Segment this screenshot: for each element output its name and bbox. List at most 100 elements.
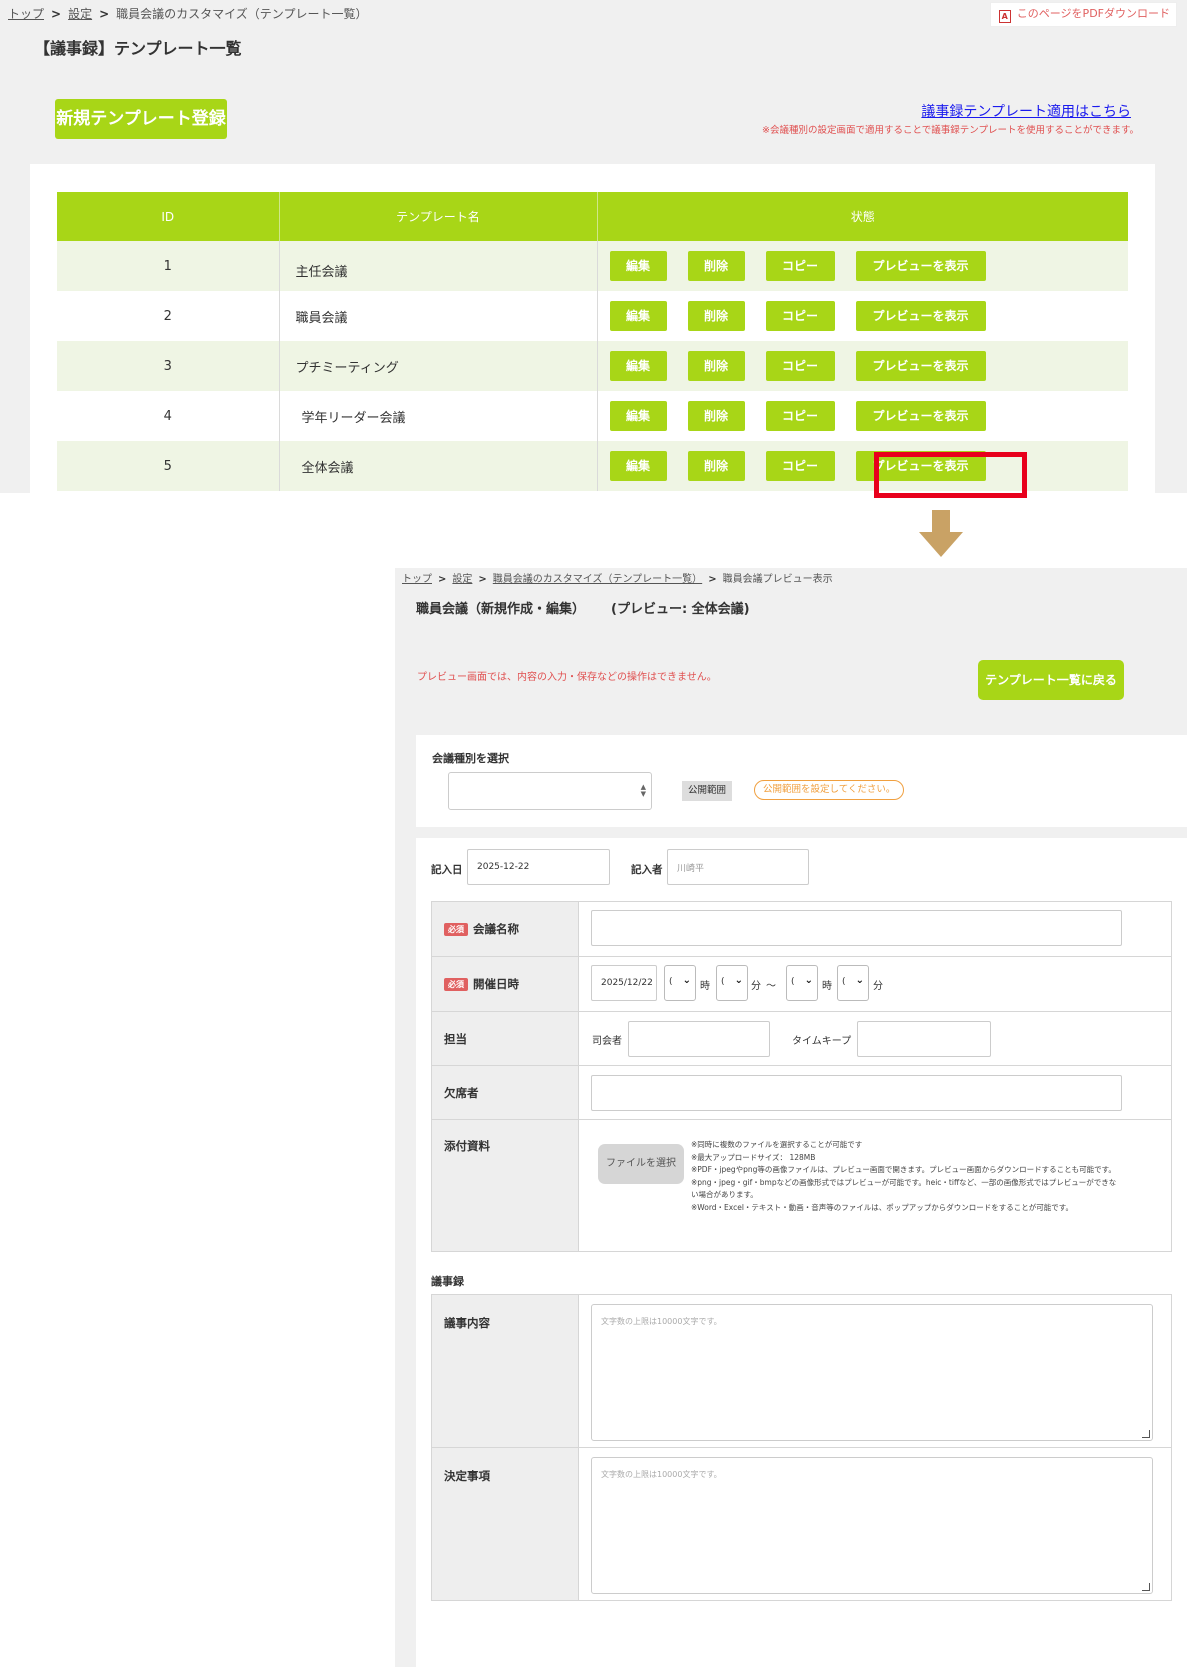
row-actions: 編集 削除 コピー プレビューを表示 [596,341,1128,391]
copy-button[interactable]: コピー [765,301,835,331]
end-hour-select[interactable]: (⌄ [786,965,818,1001]
row-id: 3 [57,341,279,391]
row-id: 4 [57,391,279,441]
breadcrumb-settings-link[interactable]: 設定 [452,574,472,585]
start-minute-select[interactable]: (⌄ [716,965,748,1001]
breadcrumb-customize-link[interactable]: 職員会議のカスタマイズ（テンプレート一覧） [493,574,702,585]
absent-label: 欠席者 [444,1085,479,1100]
new-template-button[interactable]: 新規テンプレート登録 [55,99,227,139]
row-actions: 編集 削除 コピー プレビューを表示 [596,441,1128,491]
start-hour-select[interactable]: (⌄ [664,965,696,1001]
datetime-label-cell: 必須 開催日時 [431,956,579,1012]
datetime-value-cell: 2025/12/22 (⌄ 時 (⌄ 分 〜 (⌄ 時 (⌄ 分 [578,956,1172,1012]
row-actions: 編集 削除 コピー プレビューを表示 [596,391,1128,441]
end-minute-select[interactable]: (⌄ [837,965,869,1001]
breadcrumb-home-link[interactable]: トップ [402,574,432,585]
row-template-name: プチミーティング [278,341,597,391]
decision-textarea[interactable]: 文字数の上限は10000文字です。 [591,1457,1153,1594]
copy-button[interactable]: コピー [765,451,835,481]
minute-unit: 分 [873,981,883,992]
pdf-download-link[interactable]: A このページをPDFダウンロード [989,2,1177,27]
table-row: 4 学年リーダー会議 編集 削除 コピー プレビューを表示 [57,391,1128,441]
absent-input[interactable] [591,1075,1122,1111]
breadcrumb: トップ > 設定 > 職員会議のカスタマイズ（テンプレート一覧） [8,5,367,22]
breadcrumb-separator: > [708,574,717,585]
author-input[interactable]: 川崎平 [667,849,809,885]
breadcrumb-separator: > [438,574,447,585]
minutes-table: 議事内容 文字数の上限は10000文字です。 決定事項 文字数の上限は10000… [431,1294,1172,1601]
decision-label-cell: 決定事項 [431,1447,579,1601]
copy-button[interactable]: コピー [765,251,835,281]
chevron-down-icon: ⌄ [855,975,864,986]
meeting-name-row: 必須 会議名称 [431,901,1172,957]
preview-button[interactable]: プレビューを表示 [855,401,986,431]
copy-button[interactable]: コピー [765,401,835,431]
breadcrumb-settings-link[interactable]: 設定 [68,7,92,21]
row-actions: 編集 削除 コピー プレビューを表示 [596,241,1128,291]
table-row: 3 プチミーティング 編集 削除 コピー プレビューを表示 [57,341,1128,391]
file-note: ※同時に複数のファイルを選択することが可能です [691,1140,863,1149]
column-header-status: 状態 [596,192,1128,241]
author-label: 記入者 [631,864,663,876]
copy-button[interactable]: コピー [765,351,835,381]
meeting-type-label: 会議種別を選択 [432,752,509,765]
meeting-name-input[interactable] [591,910,1122,946]
column-header-id: ID [57,192,279,241]
resize-handle-icon[interactable] [1142,1430,1150,1438]
required-badge: 必須 [444,978,468,991]
charge-value-cell: 司会者 タイムキープ [578,1011,1172,1066]
edit-button[interactable]: 編集 [609,451,667,481]
absent-row: 欠席者 [431,1065,1172,1120]
scope-warning-badge: 公開範囲を設定してください。 [754,780,905,800]
preview-button[interactable]: プレビューを表示 [855,251,986,281]
breadcrumb-separator: > [478,574,487,585]
agenda-textarea[interactable]: 文字数の上限は10000文字です。 [591,1304,1153,1441]
meeting-date-input[interactable]: 2025/12/22 [591,965,657,1001]
select-value: ( [842,977,846,987]
entry-date-input[interactable]: 2025-12-22 [467,849,610,885]
breadcrumb-home-link[interactable]: トップ [8,7,44,21]
preview-screen: トップ > 設定 > 職員会議のカスタマイズ（テンプレート一覧） > 職員会議プレビュー表示… [395,568,1187,1667]
breadcrumb: トップ > 設定 > 職員会議のカスタマイズ（テンプレート一覧） > 職員会議プレビュー表示 [402,570,833,585]
timekeeper-label: タイムキープ [792,1036,852,1047]
chevron-down-icon: ⌄ [682,975,691,986]
file-select-button[interactable]: ファイルを選択 [598,1144,684,1184]
meeting-type-select[interactable]: ▲ ▼ [448,772,652,810]
column-header-name: テンプレート名 [278,192,597,241]
breadcrumb-current: 職員会議のカスタマイズ（テンプレート一覧） [116,7,368,21]
minute-unit: 分 [751,981,761,992]
back-to-list-button[interactable]: テンプレート一覧に戻る [978,660,1124,700]
apply-template-link[interactable]: 議事録テンプレート適用はこちら [921,101,1131,121]
scope-label: 公開範囲 [682,781,733,801]
table-row: 2 職員会議 編集 削除 コピー プレビューを表示 [57,291,1128,341]
down-arrow-icon [919,510,963,557]
agenda-row: 議事内容 文字数の上限は10000文字です。 [431,1294,1172,1448]
agenda-value-cell: 文字数の上限は10000文字です。 [578,1294,1172,1448]
select-value: ( [669,977,673,987]
decision-label: 決定事項 [444,1469,490,1483]
preview-button[interactable]: プレビューを表示 [855,351,986,381]
delete-button[interactable]: 削除 [687,351,745,381]
edit-button[interactable]: 編集 [609,301,667,331]
preview-button[interactable]: プレビューを表示 [855,301,986,331]
edit-button[interactable]: 編集 [609,351,667,381]
textarea-placeholder: 文字数の上限は10000文字です。 [601,1317,722,1326]
edit-button[interactable]: 編集 [609,251,667,281]
delete-button[interactable]: 削除 [687,251,745,281]
page-title: 職員会議（新規作成・編集） (プレビュー: 全体会議) [416,598,750,617]
delete-button[interactable]: 削除 [687,401,745,431]
decision-value-cell: 文字数の上限は10000文字です。 [578,1447,1172,1601]
meeting-name-value-cell [578,901,1172,957]
edit-button[interactable]: 編集 [609,401,667,431]
select-spinner-icon: ▲ ▼ [640,783,646,798]
resize-handle-icon[interactable] [1142,1583,1150,1591]
chair-input[interactable] [628,1021,770,1057]
delete-button[interactable]: 削除 [687,301,745,331]
attachment-row: 添付資料 ファイルを選択 ※同時に複数のファイルを選択することが可能です ※最大… [431,1119,1172,1252]
hour-unit: 時 [700,981,710,992]
row-id: 5 [57,441,279,491]
table-header-row: ID テンプレート名 状態 [57,192,1128,241]
template-name-text: 学年リーダー会議 [301,410,406,426]
delete-button[interactable]: 削除 [687,451,745,481]
timekeeper-input[interactable] [857,1021,991,1057]
